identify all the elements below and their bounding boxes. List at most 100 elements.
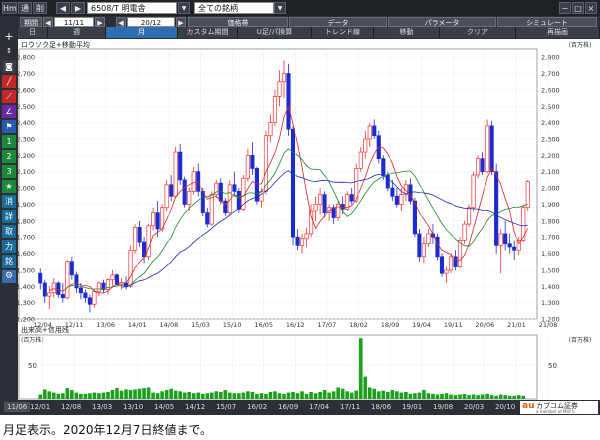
settings-gear-icon[interactable]: ⚙ [2, 270, 16, 283]
volume-bar [399, 392, 404, 399]
tab-daily[interactable]: 日 [18, 27, 48, 38]
start-prev-icon[interactable]: ◀ [43, 17, 53, 27]
candle-body [507, 243, 512, 248]
simulate-button[interactable]: シミュレート [497, 17, 597, 27]
symbol-input[interactable]: 6508/T 明電舎 [87, 2, 177, 14]
menu-button[interactable]: Hm [2, 2, 17, 14]
price-range-button[interactable]: 価格帯 [188, 17, 288, 27]
candle-body [286, 73, 291, 130]
chart-area[interactable]: ロウソク足+移動平均 (百万株) 2,800 2,700 2,600 2,500 2,4… [16, 39, 600, 400]
start-date-field[interactable]: 11/11 [54, 17, 94, 27]
arrows-icon[interactable]: ↕ [2, 45, 16, 58]
candle-body [132, 227, 138, 251]
x-tick-label: 14/01 [128, 321, 147, 329]
parameter-row: 期間 ◀ 11/11 ▶ ◀ 20/12 ▶ 価格帯 データ パラメータ シミュ… [0, 16, 600, 27]
volume-bar [386, 391, 390, 399]
flag-icon[interactable]: ⚑ [2, 120, 16, 133]
parameter-button[interactable]: パラメータ [388, 17, 496, 27]
candle-body [87, 297, 92, 305]
candle-body [137, 227, 142, 243]
menu3-button[interactable]: 削 [33, 2, 47, 14]
bottom-date-label: 19/01 [402, 403, 423, 411]
candle-body [38, 272, 43, 284]
data-button[interactable]: データ [289, 17, 387, 27]
universe-select[interactable]: 全ての銘柄 [194, 2, 274, 14]
sidebar-item-delete[interactable]: 消 [2, 195, 16, 208]
bottom-period-bar[interactable]: 11/06 12/01 12/08 13/03 13/10 14/05 14/12 15/0… [0, 400, 600, 415]
bottom-date-label: 13/10 [123, 403, 144, 411]
star-icon[interactable]: ★ [2, 180, 16, 193]
minimize-icon[interactable]: − [559, 2, 571, 14]
volume-bar [268, 391, 273, 399]
prev-arrow-icon[interactable]: ◀ [56, 2, 70, 14]
tab-trendline[interactable]: トレンド線 [312, 27, 374, 38]
channel-tool-icon[interactable]: ∠ [2, 105, 16, 118]
start-next-icon[interactable]: ▶ [95, 17, 105, 27]
tab-move[interactable]: 移動 [374, 27, 440, 38]
candle-body [281, 73, 287, 83]
trend-tool-icon[interactable]: ⟋ [2, 90, 16, 103]
tab-conversion[interactable]: U足/パ換算 [238, 27, 312, 38]
symbol-dropdown-icon[interactable]: ▼ [178, 2, 190, 14]
end-next-icon[interactable]: ▶ [176, 17, 186, 27]
candle-body [363, 138, 368, 153]
volume-bar [435, 394, 440, 399]
y-tick-label-right: 1,800 [541, 217, 560, 225]
volume-bar [264, 393, 268, 399]
line-tool-icon[interactable]: ╱ [2, 75, 16, 88]
x-tick-label: 20/06 [475, 321, 494, 329]
y-tick-label-left: 2,700 [18, 70, 35, 78]
candle-body [485, 125, 490, 173]
volume-bar [137, 388, 142, 399]
volume-bar [336, 387, 340, 399]
candle-body [489, 125, 494, 173]
y-tick-label-right: 1,300 [541, 299, 560, 307]
tab-monthly[interactable]: 月 [106, 27, 178, 38]
end-prev-icon[interactable]: ◀ [116, 17, 126, 27]
sidebar-item-1[interactable]: 1 [2, 135, 16, 148]
candle-body [263, 135, 269, 192]
sidebar-item-3[interactable]: 3 [2, 165, 16, 178]
sidebar-item-detail[interactable]: 詳 [2, 210, 16, 223]
y-tick-label-left: 1,900 [18, 201, 35, 209]
volume-bar [494, 395, 498, 399]
sidebar-item-2[interactable]: 2 [2, 150, 16, 163]
y-tick-label-right: 2,300 [541, 136, 560, 144]
x-tick-label: 15/10 [223, 321, 242, 329]
close-icon[interactable]: × [585, 2, 597, 14]
candle-body [182, 179, 187, 205]
volume-bar [318, 391, 322, 399]
bottom-date-label: 20/03 [464, 403, 485, 411]
crosshair-icon[interactable]: + [2, 30, 16, 43]
y-tick-label-right: 1,400 [541, 283, 560, 291]
sidebar-item-symbol[interactable]: 銘 [2, 255, 16, 268]
candle-body [169, 184, 174, 197]
tab-weekly[interactable]: 週 [48, 27, 106, 38]
y-tick-label-right: 2,700 [541, 70, 560, 78]
menu2-button[interactable]: 通 [18, 2, 32, 14]
next-arrow-icon[interactable]: ▶ [71, 2, 85, 14]
y-tick-label-right: 2,200 [541, 152, 560, 160]
candle-body [299, 238, 305, 246]
candle-body [187, 191, 192, 205]
volume-bar [178, 391, 182, 399]
candle-body [313, 204, 318, 212]
x-tick-label: 19/04 [412, 321, 431, 329]
tab-clear[interactable]: クリア [440, 27, 516, 38]
sidebar-item-trade[interactable]: 取 [2, 225, 16, 238]
candle-body [268, 122, 273, 137]
volume-bar [70, 390, 74, 399]
candle-body [277, 81, 282, 97]
volume-bar [56, 393, 61, 399]
maximize-icon[interactable]: □ [572, 2, 584, 14]
end-date-field[interactable]: 20/12 [127, 17, 175, 27]
universe-dropdown-icon[interactable]: ▼ [274, 2, 286, 14]
volume-bar [300, 391, 304, 399]
candle-body [146, 225, 151, 258]
sidebar-item-force[interactable]: 力 [2, 240, 16, 253]
tab-custom-period[interactable]: カスタム期間 [178, 27, 238, 38]
camera-icon[interactable]: ◙ [2, 60, 16, 73]
volume-bar [92, 392, 97, 399]
volume-bar [119, 390, 124, 399]
tab-redraw[interactable]: 再描画 [516, 27, 600, 38]
